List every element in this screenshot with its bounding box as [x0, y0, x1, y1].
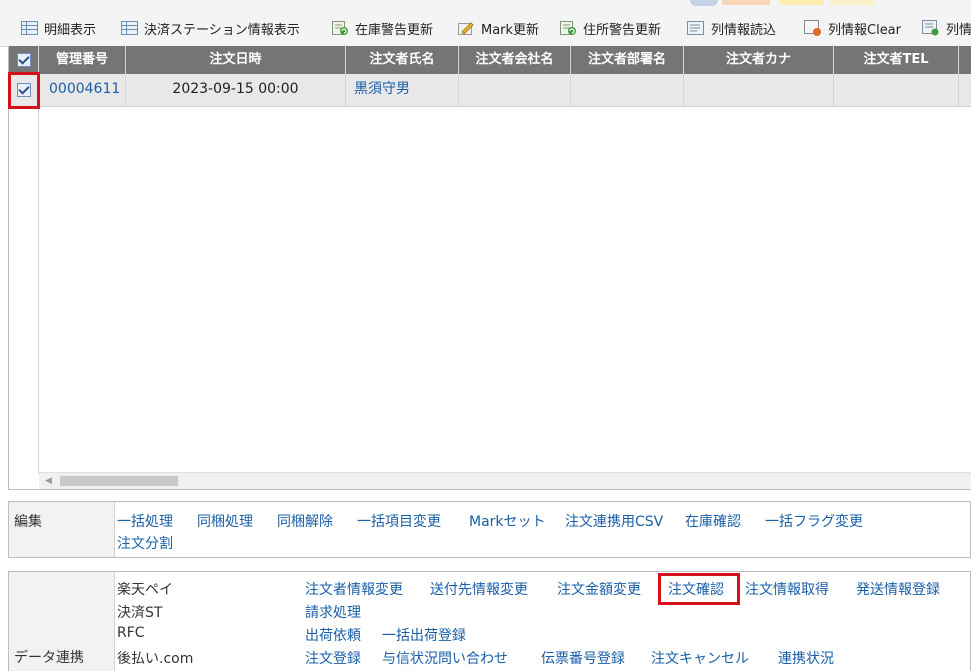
- next-cell: [959, 74, 971, 106]
- orderer-tel-cell: [834, 74, 959, 106]
- table-icon: [21, 21, 38, 35]
- bulk-flag-change-link[interactable]: 一括フラグ変更: [765, 511, 863, 531]
- detail-view-button[interactable]: 明細表示: [21, 17, 96, 39]
- decor-strip: [722, 0, 770, 5]
- toolbar-label: 明細表示: [44, 22, 97, 38]
- mark-update-button[interactable]: Mark更新: [457, 17, 539, 39]
- column-divider: [38, 106, 39, 474]
- column-header-orderer-tel[interactable]: 注文者TEL: [834, 46, 959, 74]
- orderer-kana-cell: [684, 74, 834, 106]
- data-link-panel-label: データ連携: [9, 572, 115, 671]
- refresh-icon: [332, 21, 348, 35]
- bundle-process-link[interactable]: 同梱処理: [197, 511, 253, 531]
- stock-warning-update-button[interactable]: 在庫警告更新: [331, 17, 433, 39]
- grid-header-row: 管理番号 注文日時 注文者氏名 注文者会社名 注文者部署名 注文者カナ 注文者T…: [9, 46, 971, 74]
- column-header-orderer-name[interactable]: 注文者氏名: [346, 46, 459, 74]
- order-info-fetch-link[interactable]: 注文情報取得: [745, 579, 829, 599]
- bundle-release-link[interactable]: 同梱解除: [277, 511, 333, 531]
- order-split-link[interactable]: 注文分割: [117, 533, 173, 553]
- scroll-left-arrow-icon[interactable]: ◀: [45, 476, 52, 486]
- slip-number-register-link[interactable]: 伝票番号登録: [541, 648, 625, 668]
- service-name: 楽天ペイ: [117, 582, 173, 598]
- order-csv-link[interactable]: 注文連携用CSV: [565, 511, 663, 531]
- highlight-box-order-confirm: [658, 573, 740, 605]
- bulk-shipment-register-link[interactable]: 一括出荷登録: [382, 625, 466, 645]
- order-amount-change-link[interactable]: 注文金額変更: [557, 579, 641, 599]
- stock-check-link[interactable]: 在庫確認: [685, 511, 741, 531]
- clear-icon: [804, 20, 821, 36]
- horizontal-scrollbar[interactable]: ◀: [39, 472, 971, 489]
- toolbar-label: Mark更新: [481, 22, 540, 38]
- order-grid: 管理番号 注文日時 注文者氏名 注文者会社名 注文者部署名 注文者カナ 注文者T…: [8, 46, 971, 490]
- list-icon: [922, 20, 939, 36]
- address-warning-update-button[interactable]: 住所警告更新: [559, 17, 661, 39]
- toolbar-label: 住所警告更新: [583, 22, 662, 38]
- bulk-item-change-link[interactable]: 一括項目変更: [357, 511, 441, 531]
- column-info-load-button[interactable]: 列情報読込: [687, 17, 776, 39]
- column-header-orderer-company[interactable]: 注文者会社名: [459, 46, 571, 74]
- column-info-clear-button[interactable]: 列情報Clear: [804, 17, 901, 39]
- decor-strip: [830, 0, 874, 5]
- orderer-info-change-link[interactable]: 注文者情報変更: [305, 579, 403, 599]
- credit-status-inquiry-link[interactable]: 与信状況問い合わせ: [382, 648, 508, 668]
- edit-panel: 編集 一括処理 同梱処理 同梱解除 一括項目変更 Markセット 注文連携用CS…: [8, 501, 971, 558]
- column-header-next: [959, 46, 971, 74]
- payment-station-view-button[interactable]: 決済ステーション情報表示: [121, 17, 300, 39]
- highlight-box-row-checkbox: [8, 72, 40, 109]
- toolbar-label: 列情: [946, 22, 971, 38]
- column-header-orderer-dept[interactable]: 注文者部署名: [571, 46, 684, 74]
- list-icon: [687, 20, 704, 35]
- toolbar-label: 決済ステーション情報表示: [144, 22, 300, 38]
- orderer-name-link[interactable]: 黒須守男: [346, 74, 459, 106]
- select-all-cell: [9, 46, 39, 74]
- refresh-icon: [560, 21, 576, 35]
- data-link-panel: データ連携 楽天ペイ 決済ST RFC 後払い.com 注文者情報変更 送付先情…: [8, 571, 971, 671]
- column-info-button-partial[interactable]: 列情: [922, 17, 971, 39]
- table-row[interactable]: 00004611 2023-09-15 00:00 黒須守男: [9, 74, 971, 107]
- decor-strip: [780, 0, 824, 5]
- toolbar-label: 在庫警告更新: [355, 22, 434, 38]
- shipment-request-link[interactable]: 出荷依頼: [305, 625, 361, 645]
- link-status-link[interactable]: 連携状況: [778, 648, 834, 668]
- column-header-orderer-kana[interactable]: 注文者カナ: [684, 46, 834, 74]
- billing-process-link[interactable]: 請求処理: [305, 602, 361, 622]
- bulk-process-link[interactable]: 一括処理: [117, 511, 173, 531]
- shipping-info-register-link[interactable]: 発送情報登録: [856, 579, 940, 599]
- ship-to-info-change-link[interactable]: 送付先情報変更: [430, 579, 528, 599]
- orderer-dept-cell: [571, 74, 684, 106]
- service-name: 決済ST: [117, 605, 163, 621]
- select-all-checkbox[interactable]: [16, 53, 31, 67]
- order-cancel-link[interactable]: 注文キャンセル: [651, 648, 749, 668]
- mark-set-link[interactable]: Markセット: [469, 511, 546, 531]
- data-link-label: データ連携: [14, 650, 84, 666]
- scrollbar-thumb[interactable]: [60, 476, 178, 486]
- order-date-cell: 2023-09-15 00:00: [126, 74, 346, 106]
- edit-panel-label: 編集: [9, 502, 115, 557]
- toolbar-label: 列情報読込: [711, 22, 777, 38]
- service-name: 後払い.com: [117, 651, 194, 667]
- column-header-kanri[interactable]: 管理番号: [39, 46, 126, 74]
- column-header-order-date[interactable]: 注文日時: [126, 46, 346, 74]
- table-icon: [121, 21, 138, 35]
- orderer-company-cell: [459, 74, 571, 106]
- kanri-number-link[interactable]: 00004611: [39, 74, 126, 106]
- toolbar: 明細表示 決済ステーション情報表示 在庫警告更新 Mark更新 住所警告更新 列…: [0, 0, 971, 47]
- pencil-icon: [458, 22, 474, 35]
- order-register-link[interactable]: 注文登録: [305, 648, 361, 668]
- edit-label: 編集: [14, 514, 42, 530]
- decor-circle: [690, 0, 718, 6]
- toolbar-label: 列情報Clear: [828, 22, 901, 38]
- service-name: RFC: [117, 625, 145, 641]
